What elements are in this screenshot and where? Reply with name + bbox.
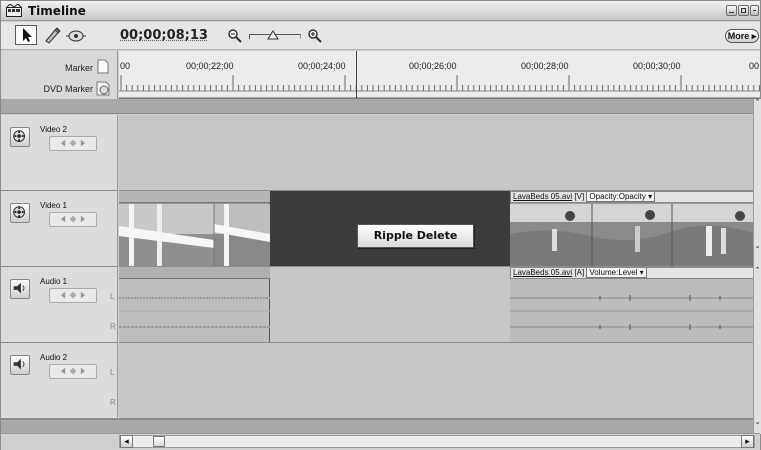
minimize-button[interactable] <box>726 5 737 16</box>
clip-track-tag: [V] <box>574 192 585 201</box>
track-area-audio2[interactable] <box>119 343 755 419</box>
ruler-tick-label: 00;00;22;00 <box>186 61 234 71</box>
track-name: Audio 1 <box>40 277 68 286</box>
current-timecode[interactable]: 00;00;08;13 <box>120 28 208 43</box>
clip-track-tag: [A] <box>574 268 585 277</box>
clip-header <box>119 191 270 203</box>
dvd-marker-icon[interactable] <box>96 81 112 96</box>
selection-tool-button[interactable] <box>15 25 37 45</box>
track-header-video1[interactable]: Video 1 <box>1 191 118 267</box>
left-channel-label: L <box>110 368 115 377</box>
ruler-end-label: 00 <box>749 61 760 71</box>
clip-name: LavaBeds 05.avi <box>513 268 573 277</box>
clip-thumbnail <box>510 204 755 266</box>
video-clip-left[interactable] <box>119 191 270 266</box>
effect-dropdown[interactable]: Volume:Level ▾ <box>586 268 647 278</box>
speaker-icon[interactable] <box>10 279 30 299</box>
effect-dropdown[interactable]: Opacity:Opacity ▾ <box>586 192 656 202</box>
clip-name: LavaBeds 05.avi <box>513 192 573 201</box>
audio-waveform <box>119 297 270 328</box>
right-channel-label: R <box>110 398 116 407</box>
clip-header: LavaBeds 05.avi [A] Volume:Level ▾ <box>510 267 755 279</box>
dvd-marker-label: DVD Marker <box>43 84 93 94</box>
scroll-left-icon[interactable]: ◂ <box>120 435 133 448</box>
audio-clip-lavabeds[interactable]: LavaBeds 05.avi [A] Volume:Level ▾ <box>510 267 755 342</box>
keyframe-navigator[interactable] <box>49 136 97 151</box>
scroll-down-icon[interactable]: ⌄ <box>754 243 761 251</box>
tracks-top-bar <box>1 99 760 114</box>
video-clip-lavabeds[interactable]: LavaBeds 05.avi [V] Opacity:Opacity ▾ <box>510 191 755 266</box>
ruler-start-label: 00 <box>120 61 131 71</box>
hand-tool-button[interactable] <box>65 25 87 45</box>
zoom-in-icon[interactable] <box>307 28 323 44</box>
edit-line <box>356 51 357 98</box>
keyframe-navigator[interactable] <box>49 288 97 303</box>
audio-waveform <box>510 295 755 330</box>
track-area-audio1[interactable]: LavaBeds 05.avi [A] Volume:Level ▾ <box>119 267 755 343</box>
left-channel-label: L <box>110 292 115 301</box>
audio-clip-left[interactable] <box>119 267 270 342</box>
film-icon[interactable] <box>10 127 30 147</box>
ruler-tick-label: 00;00;24;00 <box>298 61 346 71</box>
ruler-tick-label: 00;00;28;00 <box>521 61 569 71</box>
track-area-video2[interactable] <box>119 115 755 191</box>
vertical-scrollbar[interactable]: ⌃ ⌄ ⌃ ⌄ <box>753 99 761 434</box>
marker-label: Marker <box>64 63 93 73</box>
scroll-thumb[interactable] <box>153 436 165 447</box>
window-title: Timeline <box>28 4 86 18</box>
ruler-tick-label: 00;00;26;00 <box>409 61 457 71</box>
zoom-slider-thumb[interactable] <box>267 30 279 40</box>
scroll-up-icon[interactable]: ⌃ <box>754 99 761 107</box>
clip-header <box>119 267 270 279</box>
ripple-delete-button[interactable]: Ripple Delete <box>357 224 474 248</box>
clip-header: LavaBeds 05.avi [V] Opacity:Opacity ▾ <box>510 191 755 203</box>
track-header-video2[interactable]: Video 2 <box>1 115 118 191</box>
time-ruler[interactable]: 00 00;00;22;00 00;00;24;00 00;00;26;00 0… <box>119 51 760 99</box>
track-name: Video 2 <box>40 125 67 134</box>
tracks-bottom-bar <box>1 419 760 433</box>
marker-icon[interactable] <box>97 59 109 74</box>
keyframe-navigator[interactable] <box>49 212 97 227</box>
scroll-up-icon[interactable]: ⌃ <box>754 267 761 275</box>
keyframe-navigator[interactable] <box>49 364 97 379</box>
ruler-tick-label: 00;00;30;00 <box>633 61 681 71</box>
toolbar: 00;00;08;13 More ▸ <box>1 22 760 50</box>
clip-thumbnail <box>119 204 270 266</box>
track-name: Audio 2 <box>40 353 68 362</box>
hand-tool-icon <box>66 30 86 42</box>
more-button[interactable]: More ▸ <box>725 29 759 43</box>
speaker-icon[interactable] <box>10 355 30 375</box>
timeline-icon <box>6 4 22 17</box>
ruler-ticks <box>119 75 760 98</box>
razor-tool-button[interactable] <box>41 25 63 45</box>
track-header-audio1[interactable]: Audio 1 L R <box>1 267 118 343</box>
maximize-button[interactable] <box>738 5 749 16</box>
scroll-right-icon[interactable]: ▸ <box>741 435 754 448</box>
film-icon[interactable] <box>10 203 30 223</box>
horizontal-scrollbar[interactable]: ◂ ▸ <box>119 435 755 448</box>
zoom-out-icon[interactable] <box>227 28 243 44</box>
track-name: Video 1 <box>40 201 67 210</box>
scroll-down-icon[interactable]: ⌄ <box>754 419 761 427</box>
track-header-audio2[interactable]: Audio 2 L R <box>1 343 118 419</box>
razor-tool-icon <box>45 27 61 44</box>
right-channel-label: R <box>110 322 116 331</box>
timeline-window: Timeline 00;00;08;13 More ▸ Marker DVD M… <box>0 0 761 450</box>
close-button[interactable] <box>750 5 759 16</box>
selection-tool-icon <box>23 28 32 42</box>
marker-header: Marker DVD Marker <box>1 51 118 99</box>
title-bar[interactable]: Timeline <box>1 1 760 21</box>
